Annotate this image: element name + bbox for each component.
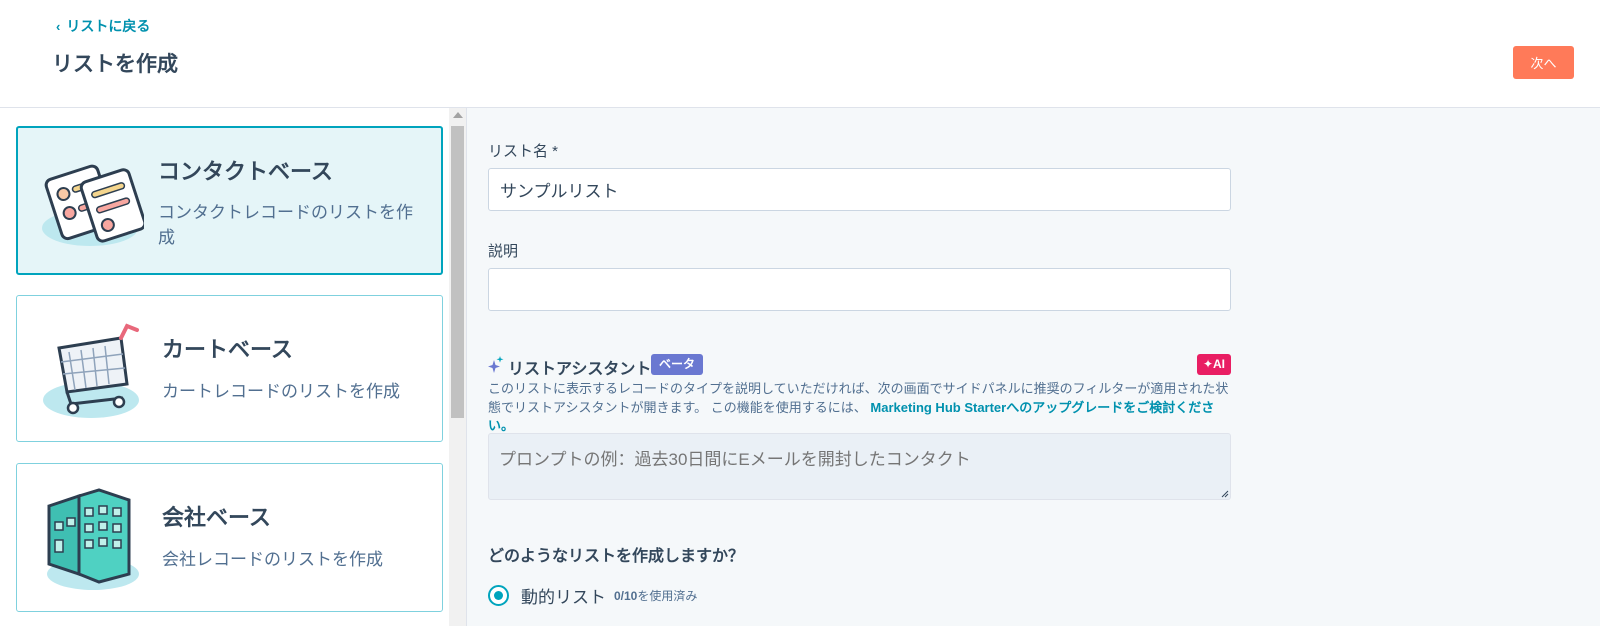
list-name-label: リスト名 * — [488, 143, 559, 160]
left-panel-scrollbar[interactable] — [449, 108, 466, 626]
page-title: リストを作成 — [52, 53, 178, 76]
dynamic-list-usage: 0/10を使用済み — [614, 587, 697, 604]
card-description: カートレコードのリストを作成 — [162, 382, 400, 401]
card-title: 会社ベース — [162, 505, 271, 530]
dynamic-list-radio[interactable] — [488, 584, 509, 606]
card-description: コンタクトレコードのリストを作成 — [158, 203, 413, 247]
list-type-card-company[interactable]: 会社ベース 会社レコードのリストを作成 — [16, 463, 443, 612]
next-button[interactable]: 次へ — [1513, 46, 1574, 79]
description-label: 説明 — [488, 243, 519, 260]
scrollbar-thumb[interactable] — [451, 126, 464, 418]
list-kind-question: どのようなリストを作成しますか？ — [488, 548, 745, 565]
resize-grip-icon[interactable] — [1221, 490, 1229, 498]
page-header: ‹ リストに戻る リストを作成 次へ — [0, 0, 1600, 108]
sparkle-icon — [488, 356, 504, 373]
list-settings-form: リスト名 * 説明 リストアシスタント ベータ ✦AI このリストに表示するレコ… — [467, 108, 1600, 626]
list-name-input[interactable] — [488, 168, 1231, 211]
description-input[interactable] — [488, 268, 1231, 311]
usage-suffix: を使用済み — [637, 588, 698, 603]
usage-count: 0/10 — [614, 588, 638, 603]
card-title: コンタクトベース — [158, 159, 333, 184]
ai-badge: ✦AI — [1196, 354, 1231, 375]
list-type-card-cart[interactable]: カートベース カートレコードのリストを作成 — [16, 295, 443, 442]
dynamic-list-label: 動的リスト — [521, 587, 606, 607]
scroll-up-arrow-icon[interactable] — [453, 112, 463, 118]
chevron-left-icon: ‹ — [56, 18, 61, 34]
card-description: 会社レコードのリストを作成 — [162, 550, 383, 569]
dynamic-list-option[interactable]: 動的リスト 0/10を使用済み — [488, 582, 697, 608]
back-link-label: リストに戻る — [66, 18, 151, 34]
shopping-cart-icon — [43, 323, 139, 418]
list-assistant-title: リストアシスタント — [508, 361, 652, 378]
contact-card-icon — [42, 164, 144, 246]
card-title: カートベース — [162, 337, 293, 362]
beta-badge: ベータ — [651, 354, 704, 375]
back-to-lists-link[interactable]: ‹ リストに戻る — [56, 16, 150, 36]
list-assistant-header: リストアシスタント ベータ ✦AI — [488, 354, 1231, 378]
assistant-prompt-textarea[interactable] — [488, 433, 1231, 500]
list-type-panel: コンタクトベース コンタクトレコードのリストを作成 カートベース カートレコード… — [0, 108, 467, 626]
list-type-card-contact[interactable]: コンタクトベース コンタクトレコードのリストを作成 — [16, 126, 443, 275]
building-icon — [47, 488, 139, 590]
